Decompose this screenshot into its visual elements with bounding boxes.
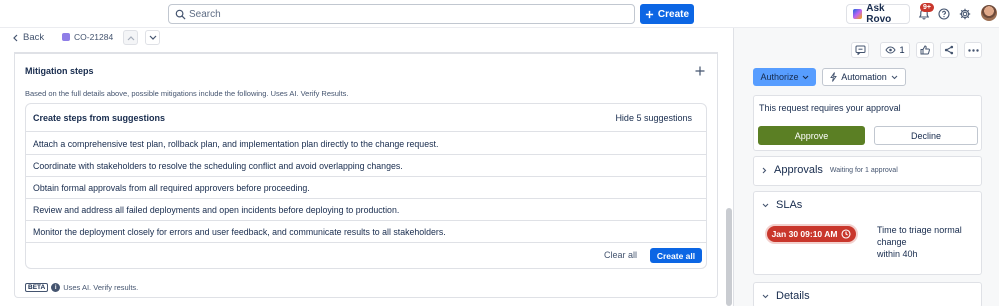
suggestion-item[interactable]: Monitor the deployment closely for error… — [26, 221, 706, 243]
back-label: Back — [23, 32, 45, 43]
mitigation-description: Based on the full details above, possibl… — [25, 89, 349, 98]
chevron-down-icon — [762, 294, 769, 299]
search-input[interactable]: Search — [168, 4, 635, 24]
create-all-button[interactable]: Create all — [650, 248, 702, 263]
suggestion-item[interactable]: Attach a comprehensive test plan, rollba… — [26, 133, 706, 155]
approvals-header[interactable]: Approvals Waiting for 1 approval — [762, 164, 898, 176]
sla-description: Time to triage normal change within 40h — [877, 224, 977, 260]
slas-header[interactable]: SLAs — [762, 199, 802, 211]
automation-dropdown[interactable]: Automation — [822, 68, 906, 86]
suggestion-item[interactable]: Obtain formal approvals from all require… — [26, 177, 706, 199]
rovo-icon — [853, 9, 863, 19]
issue-type-icon — [62, 33, 70, 41]
issue-key-label: CO-21284 — [74, 32, 114, 42]
share-icon[interactable] — [940, 42, 958, 58]
plus-icon — [645, 10, 654, 19]
feedback-icon[interactable] — [851, 42, 869, 58]
suggestions-box: Create steps from suggestions Hide 5 sug… — [25, 103, 707, 269]
sla-time: Jan 30 09:10 AM — [771, 229, 838, 239]
previous-issue-button[interactable] — [123, 30, 138, 45]
hide-suggestions-button[interactable]: Hide 5 suggestions — [615, 113, 692, 123]
mitigation-title: Mitigation steps — [25, 66, 94, 76]
create-label: Create — [657, 8, 690, 20]
authorize-label: Authorize — [760, 72, 799, 82]
main-scrollbar[interactable] — [726, 208, 732, 306]
authorize-status-dropdown[interactable]: Authorize — [753, 68, 816, 86]
slas-title: SLAs — [776, 199, 803, 211]
details-header[interactable]: Details — [762, 290, 810, 302]
search-placeholder: Search — [189, 9, 221, 20]
chevron-left-icon — [12, 34, 19, 42]
lightning-icon — [830, 72, 838, 82]
ask-rovo-button[interactable]: Ask Rovo — [846, 3, 910, 25]
chevron-up-icon — [127, 35, 135, 41]
suggestion-item[interactable]: Review and address all failed deployment… — [26, 199, 706, 221]
search-icon — [175, 9, 186, 20]
ai-note-text: Uses AI. Verify results. — [63, 283, 139, 292]
clock-icon — [841, 229, 851, 239]
issue-key-breadcrumb[interactable]: CO-21284 — [62, 32, 113, 42]
thumbs-up-icon[interactable] — [916, 42, 934, 58]
info-icon: i — [51, 283, 61, 292]
clear-all-button[interactable]: Clear all — [604, 250, 637, 260]
user-avatar[interactable] — [981, 5, 997, 21]
details-title: Details — [776, 290, 810, 302]
eye-icon — [885, 46, 896, 54]
chevron-down-icon — [891, 75, 898, 80]
ai-beta-note: BETA i Uses AI. Verify results. — [25, 283, 138, 292]
approvals-status: Waiting for 1 approval — [829, 166, 898, 174]
decline-button[interactable]: Decline — [874, 126, 978, 145]
beta-badge: BETA — [25, 283, 49, 292]
gear-icon[interactable] — [958, 7, 972, 21]
ask-rovo-label: Ask Rovo — [866, 3, 892, 25]
back-link[interactable]: Back — [12, 32, 44, 43]
chevron-down-icon — [762, 203, 769, 208]
watch-button[interactable]: 1 — [880, 42, 910, 58]
approval-request-text: This request requires your approval — [759, 103, 901, 113]
suggestions-header: Create steps from suggestions Hide 5 sug… — [26, 104, 706, 132]
sla-goal: Time to triage normal change — [877, 225, 962, 247]
sla-target: within 40h — [877, 249, 918, 259]
sla-time-badge: Jan 30 09:10 AM — [765, 224, 858, 244]
approvals-title: Approvals — [774, 164, 823, 176]
chevron-right-icon — [762, 167, 767, 174]
add-mitigation-icon[interactable] — [695, 66, 705, 76]
next-issue-button[interactable] — [145, 30, 160, 45]
more-options-icon[interactable] — [964, 42, 982, 58]
chevron-down-icon — [802, 75, 809, 80]
automation-label: Automation — [841, 72, 887, 82]
watcher-count: 1 — [899, 44, 905, 56]
create-button[interactable]: Create — [640, 4, 694, 24]
notifications-badge: 9+ — [920, 3, 934, 12]
suggestion-item[interactable]: Coordinate with stakeholders to resolve … — [26, 155, 706, 177]
chevron-down-icon — [149, 35, 157, 41]
approve-button[interactable]: Approve — [758, 126, 865, 145]
help-icon[interactable] — [937, 7, 951, 21]
suggestions-title: Create steps from suggestions — [33, 113, 166, 123]
